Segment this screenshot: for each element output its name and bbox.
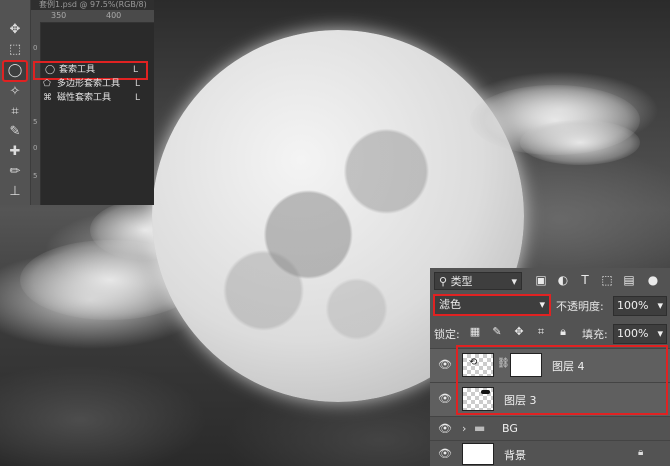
fill-label: 填充: bbox=[582, 328, 608, 341]
layer-name: BG bbox=[502, 422, 518, 435]
lock-label: 锁定: bbox=[434, 328, 460, 341]
lock-icon: 🔒︎ bbox=[638, 447, 644, 458]
shortcut-key: L bbox=[134, 79, 140, 89]
lock-position-icon[interactable]: ✥ bbox=[512, 324, 526, 340]
opacity-field[interactable]: 100% ▾ bbox=[613, 296, 667, 316]
eye-icon[interactable]: 👁︎ bbox=[436, 358, 454, 372]
cloud bbox=[520, 120, 640, 165]
eyedropper-tool-icon[interactable]: ✎ bbox=[4, 122, 26, 142]
type-filter-icon[interactable]: T bbox=[578, 272, 592, 288]
smart-object-filter-icon[interactable]: ▤ bbox=[622, 272, 636, 288]
layer-group-bg[interactable]: 👁︎ › ▬ BG bbox=[430, 416, 670, 440]
shape-filter-icon[interactable]: ⬚ bbox=[600, 272, 614, 288]
menu-item-magnetic-lasso-tool[interactable]: ⌘ 磁性套索工具 L bbox=[43, 91, 148, 106]
eye-icon[interactable]: 👁︎ bbox=[436, 422, 454, 436]
crop-tool-icon[interactable]: ⌗ bbox=[4, 102, 26, 122]
menu-item-polygonal-lasso-tool[interactable]: ⬠ 多边形套索工具 L bbox=[43, 77, 148, 92]
lock-artboard-icon[interactable]: ⌗ bbox=[534, 324, 548, 340]
ruler-tick: 400 bbox=[106, 11, 122, 20]
ruler-tick: 5 bbox=[33, 118, 38, 126]
clone-stamp-tool-icon[interactable]: ⊥ bbox=[4, 182, 26, 202]
chevron-down-icon: ▾ bbox=[511, 275, 517, 288]
chevron-down-icon: ▾ bbox=[539, 298, 545, 311]
marquee-tool-icon[interactable]: ⬚ bbox=[4, 40, 26, 60]
magic-wand-tool-icon[interactable]: ✧ bbox=[4, 82, 26, 102]
ruler-top: 350 400 bbox=[31, 10, 154, 23]
layer-name: 背景 bbox=[504, 449, 526, 462]
ruler-tick: 5 bbox=[33, 172, 38, 180]
search-icon: ⚲ bbox=[439, 275, 448, 288]
shortcut-key: L bbox=[132, 65, 138, 75]
blend-mode-select[interactable]: 滤色 ▾ bbox=[433, 294, 551, 316]
ruler-left: 0 5 0 5 bbox=[31, 22, 41, 205]
ruler-tick: 0 bbox=[33, 44, 38, 52]
fill-value: 100% bbox=[617, 327, 649, 340]
brush-tool-icon[interactable]: ✏ bbox=[4, 162, 26, 182]
chevron-down-icon: ▾ bbox=[657, 299, 663, 312]
layer-row-background[interactable]: 👁︎ 背景 🔒︎ bbox=[430, 440, 670, 466]
opacity-value: 100% bbox=[617, 299, 649, 312]
eye-icon[interactable]: 👁︎ bbox=[436, 392, 454, 406]
menu-item-label: 套索工具 bbox=[59, 65, 96, 75]
healing-brush-tool-icon[interactable]: ✚ bbox=[4, 142, 26, 162]
filter-type-label: 类型 bbox=[450, 275, 473, 288]
lasso-tool-icon[interactable]: ◯ bbox=[2, 60, 28, 82]
document-tab[interactable]: 套例1.psd @ 97.5%(RGB/8) bbox=[31, 0, 154, 10]
shortcut-key: L bbox=[134, 93, 140, 103]
ruler-tick: 0 bbox=[33, 144, 38, 152]
filter-toggle-icon[interactable]: ● bbox=[646, 272, 660, 288]
lock-transparent-pixels-icon[interactable]: ▦ bbox=[468, 324, 482, 340]
polygonal-lasso-icon: ⬠ bbox=[43, 79, 51, 89]
ruler-tick: 350 bbox=[51, 11, 67, 20]
blend-mode-value: 滤色 bbox=[439, 298, 461, 311]
magnetic-lasso-icon: ⌘ bbox=[43, 93, 52, 103]
menu-item-label: 磁性套索工具 bbox=[57, 93, 112, 103]
folder-icon: ▬ bbox=[474, 421, 486, 435]
layer-filter-select[interactable]: ⚲ 类型 ▾ bbox=[434, 272, 522, 290]
fill-field[interactable]: 100% ▾ bbox=[613, 324, 667, 344]
eye-icon[interactable]: 👁︎ bbox=[436, 447, 454, 461]
lock-all-icon[interactable]: 🔒︎ bbox=[556, 324, 570, 340]
adjustment-filter-icon[interactable]: ◐ bbox=[556, 272, 570, 288]
lock-image-pixels-icon[interactable]: ✎ bbox=[490, 324, 504, 340]
highlight-box-layers bbox=[456, 345, 668, 415]
layer-thumbnail bbox=[462, 443, 494, 465]
move-tool-icon[interactable]: ✥ bbox=[4, 20, 26, 40]
menu-item-label: 多边形套索工具 bbox=[57, 79, 121, 89]
tools-panel: ✥ ⬚ ◯ ✧ ⌗ ✎ ✚ ✏ ⊥ bbox=[0, 0, 31, 205]
chevron-right-icon[interactable]: › bbox=[462, 422, 466, 435]
lasso-icon: ◯ bbox=[45, 65, 56, 75]
pixel-filter-icon[interactable]: ▣ bbox=[534, 272, 548, 288]
opacity-label: 不透明度: bbox=[556, 300, 604, 313]
chevron-down-icon: ▾ bbox=[657, 327, 663, 340]
